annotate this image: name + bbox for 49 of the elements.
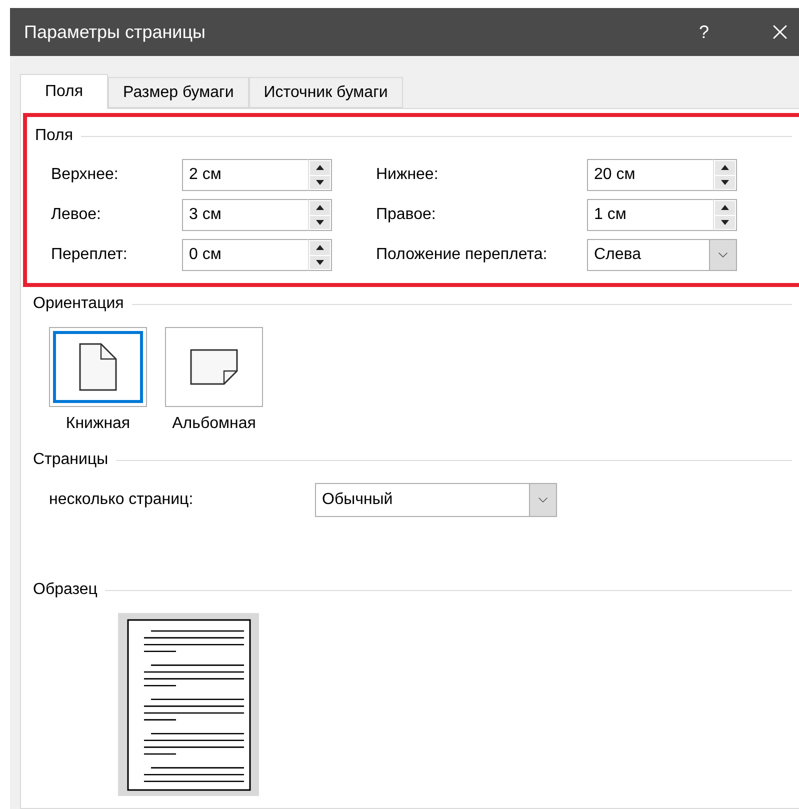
- portrait-page-icon: [79, 343, 117, 391]
- group-title: Поля: [35, 127, 74, 145]
- field-label: несколько страниц:: [49, 491, 194, 509]
- option-label: Альбомная: [172, 415, 256, 433]
- field-label: Положение переплета:: [376, 246, 548, 264]
- up-arrow-icon: [316, 205, 324, 210]
- orientation-option[interactable]: [165, 327, 263, 407]
- landscape-page-icon: [190, 349, 238, 385]
- increment-button[interactable]: [715, 201, 735, 214]
- spinner-field[interactable]: 0 см: [182, 239, 308, 271]
- spinner-field[interactable]: 3 см: [182, 199, 308, 231]
- decrement-button[interactable]: [715, 216, 735, 229]
- field-label: Нижнее:: [376, 166, 440, 184]
- group-title: Ориентация: [33, 295, 124, 313]
- field-label: Переплет:: [51, 246, 128, 264]
- increment-button[interactable]: [310, 241, 330, 254]
- up-arrow-icon: [721, 205, 729, 210]
- decrement-button[interactable]: [310, 256, 330, 269]
- increment-button[interactable]: [310, 161, 330, 174]
- field-label: Верхнее:: [51, 166, 120, 184]
- decrement-button[interactable]: [310, 176, 330, 189]
- increment-button[interactable]: [310, 201, 330, 214]
- tab[interactable]: Источник бумаги: [248, 77, 403, 108]
- help-button[interactable]: ?: [684, 12, 724, 52]
- down-arrow-icon: [316, 260, 324, 265]
- decrement-button[interactable]: [310, 216, 330, 229]
- spinner-field[interactable]: 20 см: [587, 159, 713, 191]
- down-arrow-icon: [721, 180, 729, 185]
- window-title: Параметры страницы: [24, 22, 206, 42]
- group-title: Образец: [33, 581, 98, 599]
- down-arrow-icon: [721, 220, 729, 225]
- increment-button[interactable]: [715, 161, 735, 174]
- dropdown-field[interactable]: Слева: [587, 239, 709, 271]
- up-arrow-icon: [721, 165, 729, 170]
- decrement-button[interactable]: [715, 176, 735, 189]
- orientation-option[interactable]: [49, 327, 147, 407]
- option-label: Книжная: [66, 415, 130, 433]
- down-arrow-icon: [316, 220, 324, 225]
- spinner-field[interactable]: 1 см: [587, 199, 713, 231]
- dropdown-field[interactable]: Обычный: [315, 483, 529, 517]
- field-label: Левое:: [51, 206, 102, 224]
- up-arrow-icon: [316, 165, 324, 170]
- field-label: Правое:: [376, 206, 437, 224]
- tab[interactable]: Поля: [20, 74, 108, 109]
- spinner-field[interactable]: 2 см: [182, 159, 308, 191]
- tab[interactable]: Размер бумаги: [108, 77, 249, 108]
- group-title: Страницы: [33, 451, 108, 469]
- down-arrow-icon: [316, 180, 324, 185]
- up-arrow-icon: [316, 245, 324, 250]
